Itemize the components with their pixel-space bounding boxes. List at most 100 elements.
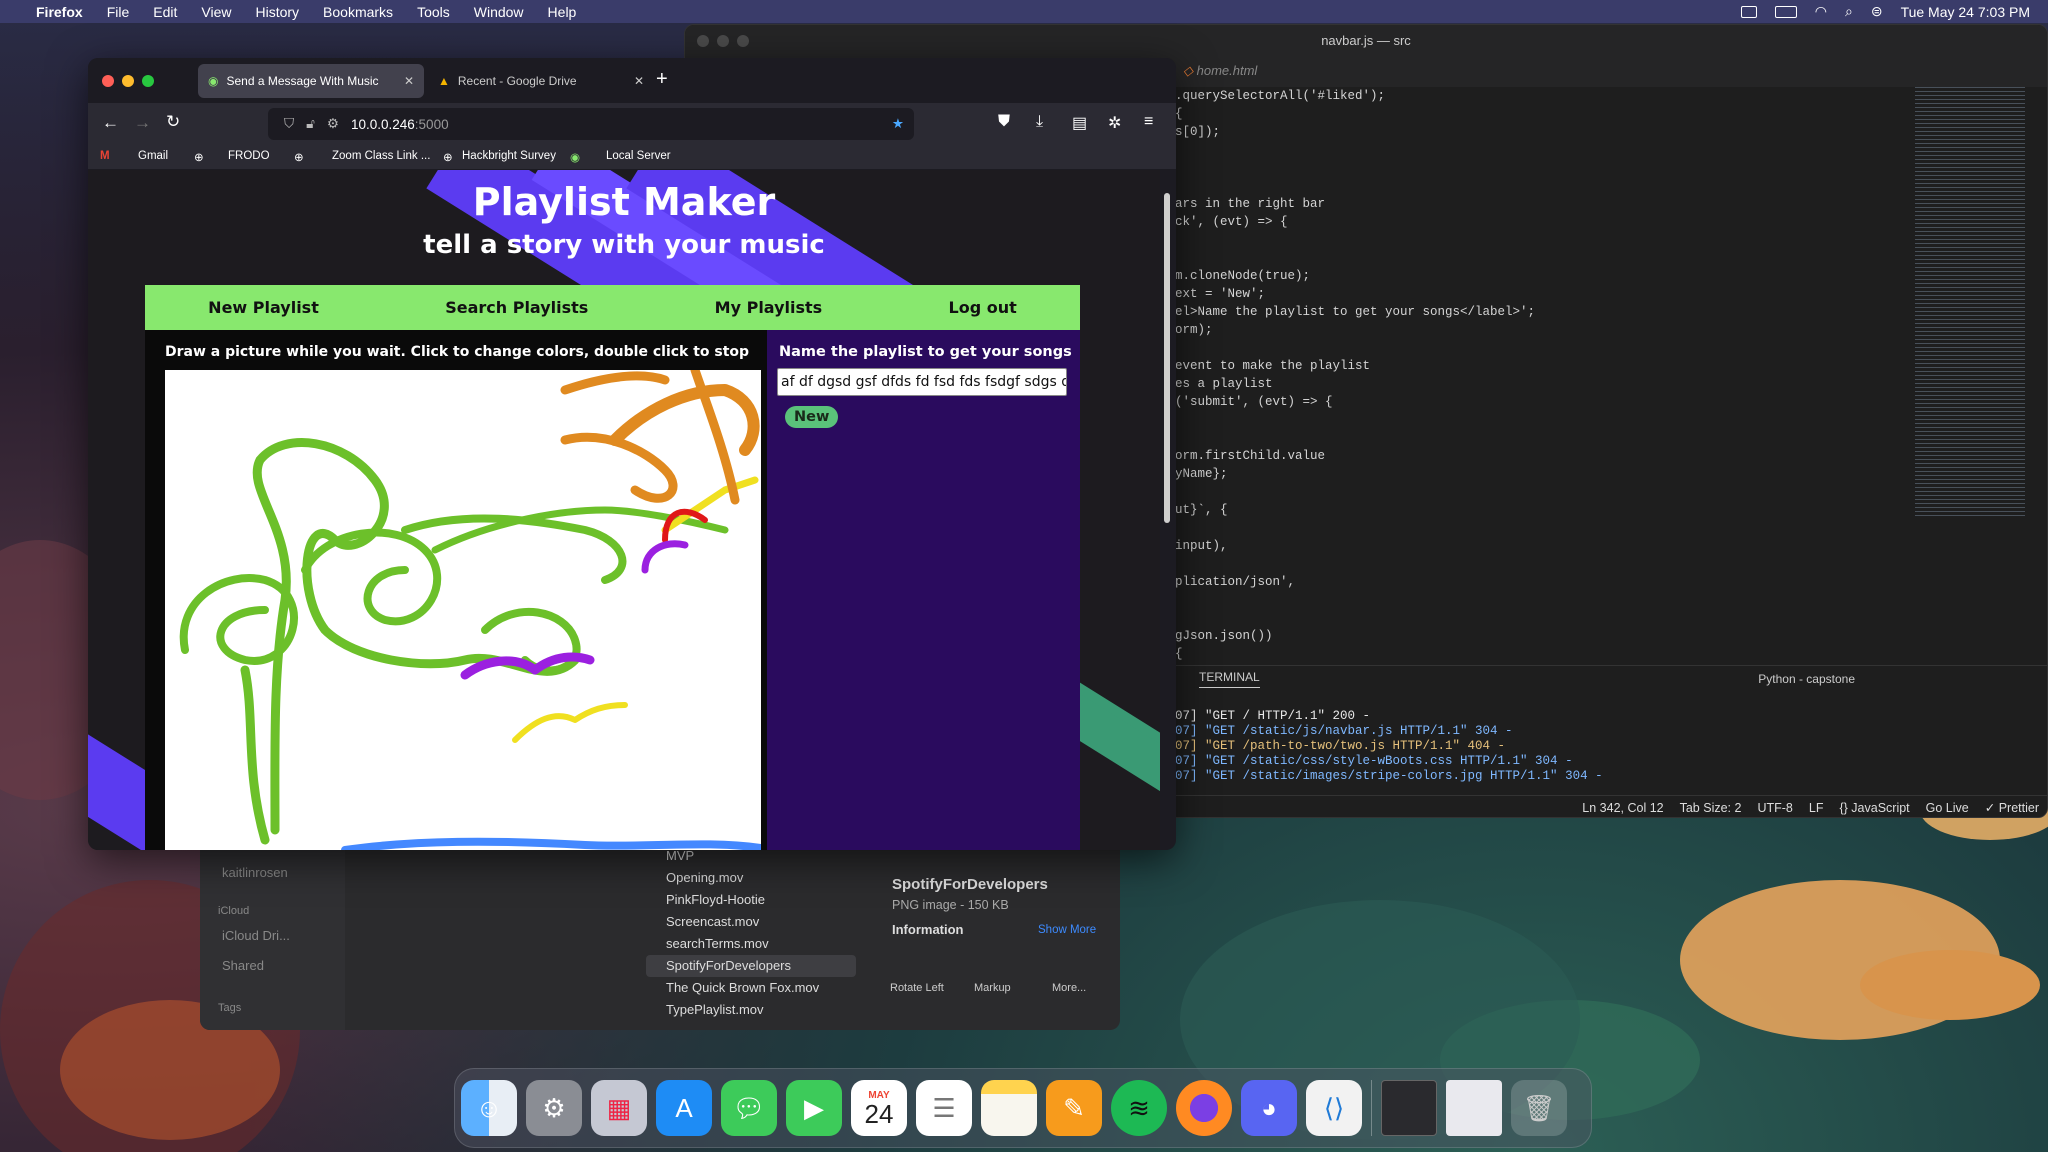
downloads-icon[interactable]: ⤓ bbox=[1036, 113, 1043, 131]
menu-edit[interactable]: Edit bbox=[141, 4, 189, 20]
battery-icon[interactable] bbox=[1774, 5, 1797, 18]
status-encoding[interactable]: UTF-8 bbox=[1757, 801, 1792, 815]
reload-icon[interactable]: ↻ bbox=[166, 112, 180, 132]
minimap[interactable] bbox=[1915, 87, 2025, 517]
code-line: plication/json', bbox=[1175, 575, 1296, 589]
code-line: ars in the right bar bbox=[1175, 197, 1326, 211]
status-cursor-position[interactable]: Ln 342, Col 12 bbox=[1582, 801, 1663, 815]
code-line: yName}; bbox=[1175, 467, 1228, 481]
sidebar-item-icloud-drive[interactable]: iCloud Dri... bbox=[222, 928, 290, 943]
notes-icon[interactable] bbox=[981, 1080, 1037, 1136]
nav-search-playlists[interactable]: Search Playlists bbox=[445, 298, 588, 317]
system-settings-icon[interactable]: ⚙ bbox=[526, 1080, 582, 1136]
back-arrow-icon[interactable]: ← bbox=[102, 113, 119, 133]
nav-new-playlist[interactable]: New Playlist bbox=[208, 298, 319, 317]
new-playlist-button[interactable]: New bbox=[785, 406, 839, 428]
menu-app-name[interactable]: Firefox bbox=[24, 4, 95, 20]
facetime-icon[interactable]: ▶ bbox=[786, 1080, 842, 1136]
status-go-live[interactable]: Go Live bbox=[1926, 801, 1969, 815]
tab-send-a-message[interactable]: ◉ Send a Message With Music ✕ bbox=[198, 64, 424, 98]
globe-icon: ⊕ bbox=[443, 152, 453, 164]
bookmark-star-icon[interactable]: ★ bbox=[892, 116, 904, 132]
pocket-icon[interactable]: ⛊ bbox=[998, 113, 1010, 131]
rotate-left-button[interactable]: Rotate Left bbox=[890, 982, 944, 994]
permissions-icon[interactable]: ⚙ bbox=[327, 116, 339, 132]
close-tab-icon[interactable]: ✕ bbox=[634, 74, 644, 88]
app-menu-icon[interactable]: ≡ bbox=[1144, 113, 1153, 131]
status-language[interactable]: {} JavaScript bbox=[1839, 801, 1909, 815]
launchpad-icon[interactable]: ▦ bbox=[591, 1080, 647, 1136]
bookmark-zoom-class-link[interactable]: Zoom Class Link ... bbox=[332, 150, 430, 162]
trash-icon[interactable]: 🗑︎ bbox=[1511, 1080, 1567, 1136]
bookmark-hackbright-survey[interactable]: Hackbright Survey bbox=[462, 150, 556, 162]
status-prettier[interactable]: ✓ Prettier bbox=[1985, 800, 2039, 815]
code-line: el>Name the playlist to get your songs</… bbox=[1175, 305, 1536, 319]
menu-bookmarks[interactable]: Bookmarks bbox=[311, 4, 405, 20]
vscode-icon[interactable]: ⟨⟩ bbox=[1306, 1080, 1362, 1136]
terminal-output[interactable]: 07] "GET / HTTP/1.1" 200 -07] "GET /stat… bbox=[1175, 709, 1603, 784]
bookmark-local-server[interactable]: Local Server bbox=[606, 150, 671, 162]
window-thumb-2[interactable] bbox=[1446, 1080, 1502, 1136]
reader-view-icon[interactable]: ▤ bbox=[1072, 113, 1087, 133]
extensions-icon[interactable]: ✲ bbox=[1108, 113, 1121, 133]
menu-help[interactable]: Help bbox=[536, 4, 589, 20]
list-item[interactable]: Screencast.mov bbox=[646, 911, 1066, 933]
tab-google-drive[interactable]: ▲ Recent - Google Drive ✕ bbox=[428, 64, 654, 98]
lock-icon[interactable]: 🔓︎ bbox=[306, 116, 315, 132]
gmail-icon: M bbox=[100, 150, 110, 162]
close-tab-icon[interactable]: ✕ bbox=[404, 74, 414, 88]
menu-tools[interactable]: Tools bbox=[405, 4, 462, 20]
terminal-profile[interactable]: Python - capstone bbox=[1758, 672, 1855, 686]
nav-my-playlists[interactable]: My Playlists bbox=[715, 298, 823, 317]
wifi-icon[interactable]: ◠ bbox=[1815, 3, 1827, 20]
terminal-tab[interactable]: TERMINAL bbox=[1199, 670, 1260, 688]
shield-icon[interactable]: ⛉ bbox=[284, 116, 294, 132]
window-thumb-1[interactable] bbox=[1381, 1080, 1437, 1136]
screen-mirroring-icon[interactable] bbox=[1740, 5, 1757, 18]
list-item[interactable]: TypePlaylist.mov bbox=[646, 999, 1066, 1021]
firefox-icon[interactable] bbox=[1176, 1080, 1232, 1136]
sidebar-item-shared[interactable]: Shared bbox=[222, 958, 264, 973]
minimize-window-button[interactable] bbox=[122, 75, 134, 87]
code-editor[interactable]: .querySelectorAll('#liked'); {s[0]); ars i… bbox=[1175, 87, 1895, 663]
zoom-window-button[interactable] bbox=[142, 75, 154, 87]
finder-sidebar: kaitlinrosen iCloud iCloud Dri... Shared… bbox=[200, 840, 345, 1030]
messages-icon[interactable]: 💬︎ bbox=[721, 1080, 777, 1136]
spotlight-search-icon[interactable]: ⌕ bbox=[1845, 3, 1853, 20]
pages-icon[interactable]: ✎ bbox=[1046, 1080, 1102, 1136]
menu-window[interactable]: Window bbox=[462, 4, 536, 20]
status-tab-size[interactable]: Tab Size: 2 bbox=[1680, 801, 1742, 815]
menu-datetime[interactable]: Tue May 24 7:03 PM bbox=[1901, 4, 2030, 20]
show-more-link[interactable]: Show More bbox=[1038, 924, 1096, 936]
list-item-selected[interactable]: SpotifyForDevelopers bbox=[646, 955, 856, 977]
spotify-icon[interactable]: ≋ bbox=[1111, 1080, 1167, 1136]
close-window-button[interactable] bbox=[102, 75, 114, 87]
menu-history[interactable]: History bbox=[243, 4, 311, 20]
control-center-icon[interactable]: ⊜ bbox=[1871, 3, 1883, 20]
page-scrollbar[interactable] bbox=[1162, 173, 1172, 843]
list-item[interactable]: searchTerms.mov bbox=[646, 933, 1066, 955]
drawing-canvas[interactable] bbox=[165, 370, 761, 850]
bookmark-gmail[interactable]: Gmail bbox=[138, 150, 168, 162]
sidebar-item-home[interactable]: kaitlinrosen bbox=[222, 865, 288, 880]
discord-icon[interactable]: ◕ bbox=[1241, 1080, 1297, 1136]
forward-arrow-icon[interactable]: → bbox=[134, 113, 151, 133]
calendar-icon[interactable]: MAY 24 bbox=[851, 1080, 907, 1136]
app-store-icon[interactable]: A bbox=[656, 1080, 712, 1136]
new-tab-button[interactable]: + bbox=[656, 68, 668, 91]
finder-icon[interactable]: ☺ bbox=[461, 1080, 517, 1136]
menu-view[interactable]: View bbox=[189, 4, 243, 20]
status-eol[interactable]: LF bbox=[1809, 801, 1824, 815]
nav-log-out[interactable]: Log out bbox=[949, 298, 1017, 317]
markup-button[interactable]: Markup bbox=[974, 982, 1011, 994]
tab-home-html[interactable]: ◇ home.html bbox=[1183, 63, 1257, 79]
playlist-name-input[interactable] bbox=[777, 368, 1067, 396]
url-bar[interactable]: ⛉ 🔓︎ ⚙ 10.0.0.246:5000 ★ bbox=[268, 108, 914, 140]
more-button[interactable]: More... bbox=[1052, 982, 1086, 994]
reminders-icon[interactable]: ☰ bbox=[916, 1080, 972, 1136]
bookmark-frodo[interactable]: FRODO bbox=[228, 150, 270, 162]
menu-file[interactable]: File bbox=[95, 4, 142, 20]
